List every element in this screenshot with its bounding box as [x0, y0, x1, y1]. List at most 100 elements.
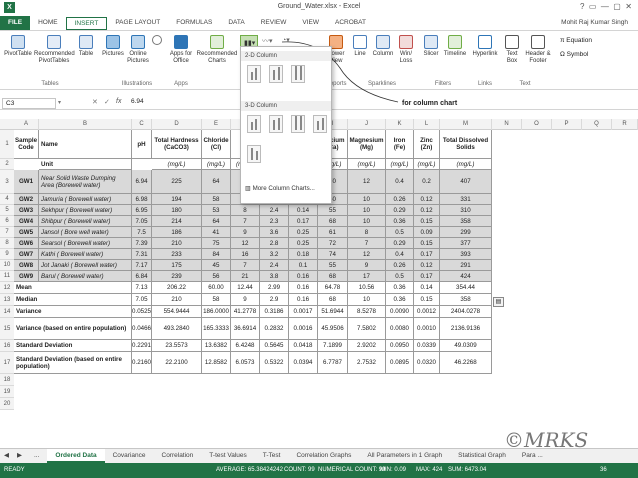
100-stacked-column-option[interactable] — [291, 65, 305, 83]
text-box-button[interactable]: Text Box — [502, 35, 522, 65]
sheet-tab-ordered-data[interactable]: Ordered Data — [47, 449, 105, 463]
stat-k[interactable]: 0.36 — [386, 294, 414, 306]
stat-m[interactable]: 358 — [440, 294, 492, 306]
stat-label[interactable]: Variance (based on entire population) — [14, 318, 132, 340]
unit-j[interactable]: (mg/L) — [348, 159, 386, 170]
formula-input[interactable]: 6.94 — [131, 98, 144, 105]
header-chloride[interactable]: Chloride (Cl) — [202, 130, 231, 159]
sample-h[interactable]: 0.17 — [289, 216, 318, 227]
sample-name[interactable]: Kathi ( Borewell water) — [39, 249, 132, 260]
sample-k[interactable]: 0.26 — [386, 260, 414, 271]
stat-d[interactable]: 23.5573 — [152, 340, 202, 352]
stat-g[interactable]: 0.3186 — [260, 306, 289, 318]
sample-f[interactable]: 8 — [231, 205, 260, 216]
row-header-17[interactable]: 17 — [0, 352, 14, 374]
sample-i[interactable]: 55 — [318, 205, 348, 216]
sample-l[interactable]: 0.15 — [414, 238, 440, 249]
sample-e[interactable]: 45 — [202, 260, 231, 271]
sample-h[interactable]: 0.16 — [289, 271, 318, 282]
sample-m[interactable]: 291 — [440, 260, 492, 271]
sample-j[interactable]: 12 — [348, 170, 386, 194]
timeline-button[interactable]: Timeline — [442, 35, 468, 58]
symbol-button[interactable]: Ω Symbol — [560, 51, 588, 58]
stat-j[interactable]: 2.7532 — [348, 352, 386, 374]
stat-f[interactable]: 6.0573 — [231, 352, 260, 374]
sample-j[interactable]: 8 — [348, 227, 386, 238]
sample-j[interactable]: 10 — [348, 194, 386, 205]
stat-l[interactable]: 0.14 — [414, 282, 440, 294]
stat-e[interactable]: 165.3333 — [202, 318, 231, 340]
sample-f[interactable]: 21 — [231, 271, 260, 282]
sample-code[interactable]: GW8 — [14, 260, 39, 271]
stat-l[interactable]: 0.15 — [414, 294, 440, 306]
tab-insert[interactable]: INSERT — [65, 16, 108, 30]
sample-h[interactable]: 0.25 — [289, 238, 318, 249]
apps-for-office-button[interactable]: Apps for Office — [166, 35, 196, 65]
stat-d[interactable]: 206.22 — [152, 282, 202, 294]
sample-j[interactable]: 12 — [348, 249, 386, 260]
column-header-d[interactable]: D — [152, 119, 202, 130]
column-header-k[interactable]: K — [386, 119, 414, 130]
sample-e[interactable]: 58 — [202, 194, 231, 205]
sample-ph[interactable]: 6.94 — [132, 170, 152, 194]
equation-button[interactable]: π Equation — [560, 37, 592, 44]
stat-ph[interactable]: 0.2160 — [132, 352, 152, 374]
sample-code[interactable]: GW6 — [14, 238, 39, 249]
sample-ph[interactable]: 7.17 — [132, 260, 152, 271]
row-header-3[interactable]: 3 — [0, 170, 14, 194]
stat-h[interactable]: 0.0017 — [289, 306, 318, 318]
unit-k[interactable]: (mg/L) — [386, 159, 414, 170]
stat-ph[interactable]: 0.0466 — [132, 318, 152, 340]
column-header-o[interactable]: O — [522, 119, 552, 130]
stat-j[interactable]: 10.56 — [348, 282, 386, 294]
stat-e[interactable]: 12.8582 — [202, 352, 231, 374]
sheet-nav-prev[interactable]: ◀ — [0, 449, 13, 463]
header-footer-button[interactable]: Header & Footer — [524, 35, 552, 65]
sample-i[interactable]: 68 — [318, 271, 348, 282]
stat-l[interactable]: 0.0339 — [414, 340, 440, 352]
zoom-level[interactable]: 36 — [600, 467, 607, 473]
header-name[interactable]: Name — [39, 130, 132, 159]
row-header-1[interactable]: 1 — [0, 130, 14, 159]
sample-k[interactable]: 0.4 — [386, 249, 414, 260]
header-tds[interactable]: Total Dissolved Solids — [440, 130, 492, 159]
sample-code[interactable]: GW9 — [14, 271, 39, 282]
tab-acrobat[interactable]: ACROBAT — [327, 16, 374, 30]
sample-i[interactable]: 74 — [318, 249, 348, 260]
sample-f[interactable]: 16 — [231, 249, 260, 260]
recommended-charts-button[interactable]: Recommended Charts — [196, 35, 238, 65]
column-header-p[interactable]: P — [552, 119, 582, 130]
stat-m[interactable]: 354.44 — [440, 282, 492, 294]
sample-m[interactable]: 377 — [440, 238, 492, 249]
sample-ph[interactable]: 7.5 — [132, 227, 152, 238]
sample-m[interactable]: 424 — [440, 271, 492, 282]
tab-formulas[interactable]: FORMULAS — [168, 16, 220, 30]
sample-k[interactable]: 0.36 — [386, 216, 414, 227]
sheet-tab-correlation[interactable]: Correlation — [154, 449, 202, 463]
sample-g[interactable]: 2.3 — [260, 216, 289, 227]
row-header-13[interactable]: 13 — [0, 294, 14, 306]
hyperlink-button[interactable]: Hyperlink — [470, 35, 500, 58]
sample-name[interactable]: Shibpur ( Borewell water) — [39, 216, 132, 227]
sample-j[interactable]: 10 — [348, 205, 386, 216]
stat-g[interactable]: 2.99 — [260, 282, 289, 294]
sample-k[interactable]: 0.5 — [386, 271, 414, 282]
sample-ph[interactable]: 7.39 — [132, 238, 152, 249]
stat-d[interactable]: 210 — [152, 294, 202, 306]
stat-h[interactable]: 0.0016 — [289, 318, 318, 340]
sample-d[interactable]: 175 — [152, 260, 202, 271]
sample-code[interactable]: GW2 — [14, 194, 39, 205]
column-header-e[interactable]: E — [202, 119, 231, 130]
tab-page-layout[interactable]: PAGE LAYOUT — [107, 16, 168, 30]
header-magnesium[interactable]: Magnesium (Mg) — [348, 130, 386, 159]
sample-l[interactable]: 0.17 — [414, 249, 440, 260]
3d-stacked-column-option[interactable] — [269, 115, 283, 133]
row-header-6[interactable]: 6 — [0, 216, 14, 227]
stat-m[interactable]: 46.2268 — [440, 352, 492, 374]
sample-l[interactable]: 0.12 — [414, 205, 440, 216]
sample-g[interactable]: 3.6 — [260, 227, 289, 238]
sample-ph[interactable]: 6.95 — [132, 205, 152, 216]
stat-i[interactable]: 68 — [318, 294, 348, 306]
sample-l[interactable]: 0.09 — [414, 227, 440, 238]
sample-g[interactable]: 2.4 — [260, 205, 289, 216]
